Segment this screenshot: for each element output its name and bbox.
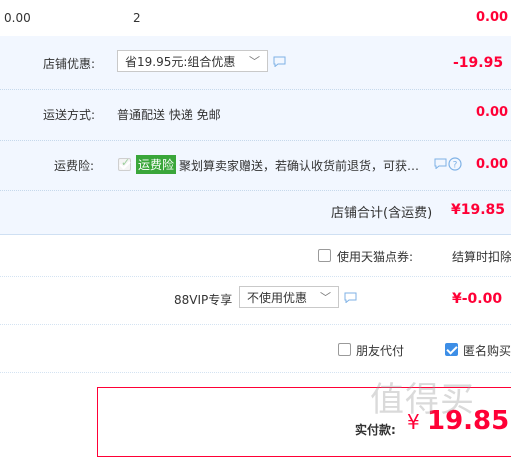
shop-discount-value: 省19.95元:组合优惠 bbox=[125, 55, 236, 69]
shipping-label: 运送方式: bbox=[43, 108, 96, 122]
chat-icon[interactable] bbox=[344, 292, 357, 306]
insurance-description: 聚划算卖家赠送，若确认收货前退货，可获… bbox=[179, 159, 420, 173]
insurance-checkbox: ✓ bbox=[118, 156, 131, 171]
anonymous-label: 匿名购买 bbox=[463, 344, 511, 358]
shop-total-label: 店铺合计(含运费) bbox=[331, 206, 433, 221]
points-label: 使用天猫点券: bbox=[337, 250, 414, 264]
insurance-amount: 0.00 bbox=[476, 157, 509, 172]
svg-text:?: ? bbox=[453, 161, 458, 171]
shipping-method: 普通配送 快递 免邮 bbox=[117, 108, 221, 122]
vip-label: 88VIP专享 bbox=[174, 293, 233, 307]
friend-pay-checkbox[interactable] bbox=[338, 343, 351, 356]
divider bbox=[0, 324, 511, 325]
anonymous-checkbox[interactable] bbox=[445, 343, 458, 356]
item-quantity: 2 bbox=[133, 11, 141, 25]
item-summary-row bbox=[0, 0, 511, 37]
divider bbox=[0, 190, 511, 191]
watermark: 值得买 bbox=[370, 380, 475, 420]
help-icon[interactable]: ? bbox=[448, 157, 462, 174]
insurance-label: 运费险: bbox=[54, 159, 95, 173]
shipping-amount: 0.00 bbox=[476, 105, 509, 120]
divider bbox=[0, 89, 511, 90]
shop-discount-label: 店铺优惠: bbox=[43, 57, 96, 71]
friend-pay-label: 朋友代付 bbox=[356, 344, 405, 358]
chevron-down-icon: ﹀ bbox=[320, 291, 331, 304]
points-checkbox[interactable] bbox=[318, 249, 331, 262]
payment-label: 实付款: bbox=[355, 423, 396, 437]
chevron-down-icon: ﹀ bbox=[249, 55, 260, 68]
vip-discount-value: 不使用优惠 bbox=[247, 291, 308, 305]
item-subtotal: 0.00 bbox=[476, 10, 509, 25]
vip-discount-select[interactable]: 不使用优惠 ﹀ bbox=[239, 286, 339, 308]
insurance-tag: 运费险 bbox=[136, 155, 177, 174]
shop-discount-select[interactable]: 省19.95元:组合优惠 ﹀ bbox=[117, 50, 268, 72]
chat-icon[interactable] bbox=[434, 158, 447, 172]
shop-discount-amount: -19.95 bbox=[453, 55, 504, 71]
vip-amount: ¥-0.00 bbox=[452, 291, 503, 307]
divider bbox=[0, 140, 511, 141]
chat-icon[interactable] bbox=[273, 56, 286, 70]
shop-total-amount: ¥19.85 bbox=[451, 202, 506, 218]
divider bbox=[0, 276, 511, 277]
points-deduct-note: 结算时扣除 bbox=[452, 250, 511, 264]
item-price: 0.00 bbox=[4, 11, 31, 25]
